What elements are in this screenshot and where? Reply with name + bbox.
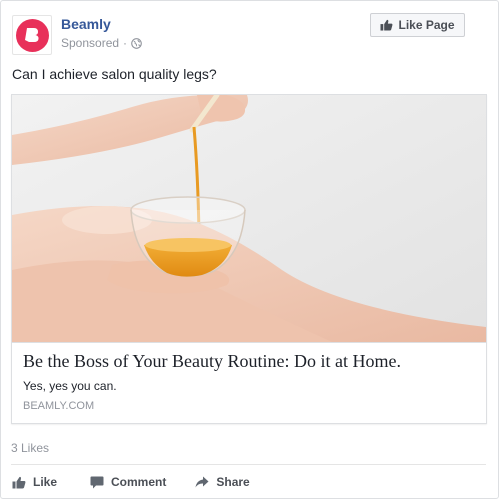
sponsored-label[interactable]: Sponsored xyxy=(61,36,119,50)
comment-icon xyxy=(90,476,104,489)
link-image[interactable] xyxy=(12,95,486,342)
share-label: Share xyxy=(216,475,250,489)
comment-label: Comment xyxy=(111,475,167,489)
link-domain: BEAMLY.COM xyxy=(23,400,95,412)
like-button[interactable]: Like xyxy=(12,471,57,493)
link-description: Yes, yes you can. xyxy=(23,379,117,393)
like-page-button[interactable]: Like Page xyxy=(370,13,465,37)
globe-icon xyxy=(131,37,142,49)
page-name-link[interactable]: Beamly xyxy=(61,16,111,32)
actions-divider xyxy=(11,464,486,465)
like-label: Like xyxy=(33,475,58,489)
link-text-area[interactable]: Be the Boss of Your Beauty Routine: Do i… xyxy=(12,342,486,423)
share-arrow-icon xyxy=(195,476,209,488)
link-headline[interactable]: Be the Boss of Your Beauty Routine: Do i… xyxy=(23,351,401,372)
likes-count[interactable]: 3 Likes xyxy=(11,441,49,455)
sponsored-post-card: Beamly Sponsored · Like Page Can I achie… xyxy=(0,0,499,499)
post-meta: Sponsored · xyxy=(61,36,142,50)
post-message: Can I achieve salon quality legs? xyxy=(12,66,217,82)
share-button[interactable]: Share xyxy=(195,471,250,493)
link-preview[interactable]: Be the Boss of Your Beauty Routine: Do i… xyxy=(11,94,487,424)
thumbs-up-icon xyxy=(12,476,26,489)
beamly-logo xyxy=(15,18,49,52)
post-actions: Like Comment Share xyxy=(11,471,250,493)
post-header: Beamly Sponsored · Like Page xyxy=(12,13,486,55)
page-avatar[interactable] xyxy=(12,15,52,55)
meta-separator: · xyxy=(123,36,128,50)
comment-button[interactable]: Comment xyxy=(90,471,166,493)
beamly-b-icon xyxy=(25,28,39,42)
waxing-photo xyxy=(12,95,486,342)
like-page-label: Like Page xyxy=(398,18,455,32)
thumbs-up-icon xyxy=(380,19,393,31)
